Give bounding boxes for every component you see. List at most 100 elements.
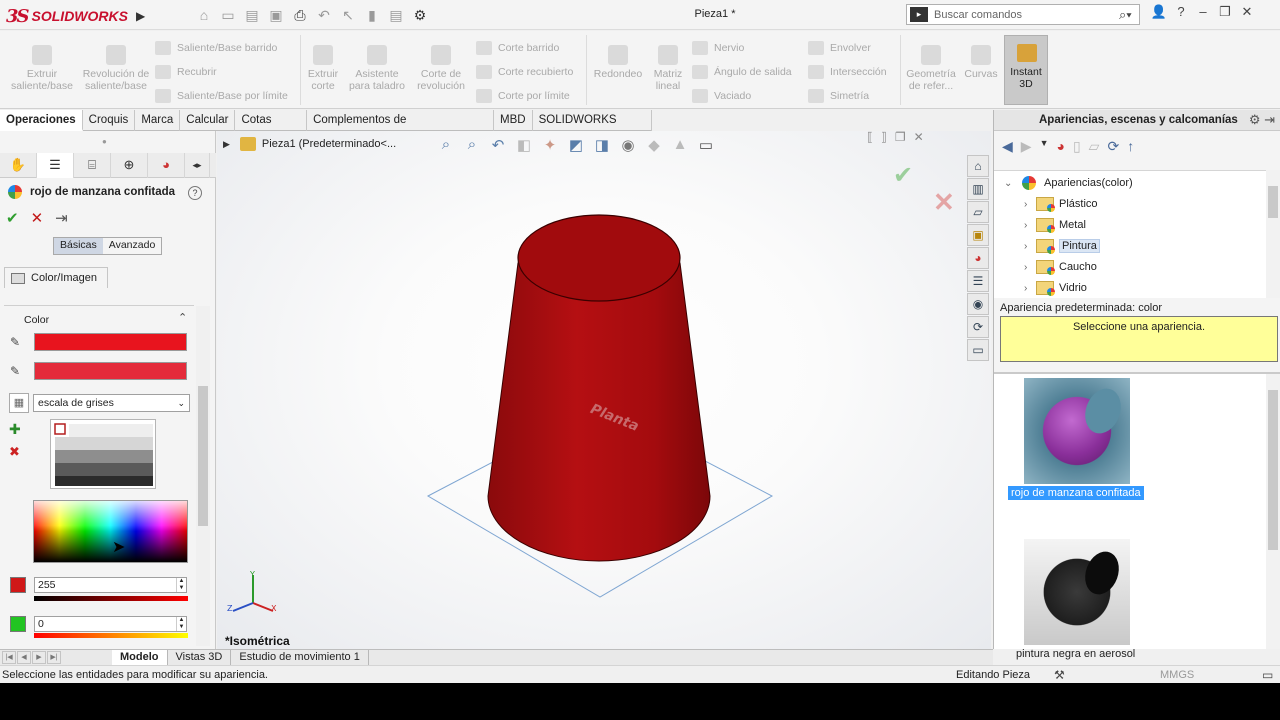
linear-pattern-button[interactable]: Matriz lineal: [648, 45, 688, 92]
candy-apple-red-thumbnail[interactable]: [1024, 378, 1130, 484]
tab-marca[interactable]: Marca: [135, 110, 181, 131]
solidworks-resources-icon[interactable]: ⌂: [967, 155, 989, 177]
rib-button[interactable]: Nervio: [692, 41, 744, 55]
scrollbar-thumb[interactable]: [1268, 186, 1278, 218]
extruded-boss-button[interactable]: Extruir saliente/base: [6, 45, 78, 92]
close-button[interactable]: ✕: [1236, 4, 1258, 20]
tab-cotas-mbd[interactable]: Cotas MBD: [235, 110, 308, 146]
menu-expand-icon[interactable]: ▶: [136, 9, 145, 23]
revolved-boss-button[interactable]: Revolución de saliente/base: [80, 45, 152, 92]
reference-geometry-button[interactable]: Geometría de refer...: [902, 45, 960, 92]
prev-tab-icon[interactable]: ◀: [17, 651, 31, 664]
thumbnail-label[interactable]: pintura negra en aerosol: [1016, 648, 1135, 660]
curves-button[interactable]: Curvas: [962, 45, 1000, 80]
tree-scrollbar[interactable]: [1266, 170, 1280, 298]
add-folder-icon[interactable]: ▯: [1073, 138, 1081, 155]
custom-properties-icon[interactable]: ☰: [967, 270, 989, 292]
options-gear-icon[interactable]: ⚙: [408, 7, 432, 24]
cancel-x-icon[interactable]: ✕: [31, 209, 44, 227]
tab-operaciones[interactable]: Operaciones: [0, 110, 83, 131]
unit-system[interactable]: MMGS: [1160, 669, 1194, 681]
forward-icon[interactable]: ▶: [1021, 138, 1032, 155]
hole-wizard-button[interactable]: Asistente para taladro: [344, 45, 410, 92]
magnifier-icon[interactable]: ⌕▾: [1119, 7, 1139, 23]
chat-icon[interactable]: ▭: [967, 339, 989, 361]
spinner-arrows-icon[interactable]: ▲ ▼: [176, 617, 186, 631]
view-palette-icon[interactable]: ▣: [967, 224, 989, 246]
expand-icon[interactable]: ›: [1024, 262, 1036, 273]
feature-manager-tab-icon[interactable]: ✋: [0, 153, 37, 178]
instant3d-button[interactable]: Instant 3D: [1004, 35, 1048, 105]
refresh-icon[interactable]: ⟳: [1107, 138, 1119, 155]
ok-check-icon[interactable]: ✔: [6, 209, 19, 227]
search-commands-box[interactable]: ▸ Buscar comandos ⌕▾: [906, 4, 1140, 25]
panel-scrollbar[interactable]: [196, 306, 210, 646]
green-slider[interactable]: [34, 633, 188, 638]
tab-mbd[interactable]: MBD: [494, 110, 533, 131]
boundary-cut-button[interactable]: Corte por límite: [476, 89, 570, 103]
tree-item-metal[interactable]: › Metal: [1024, 218, 1086, 233]
display-manager-tab-icon[interactable]: ◕: [148, 153, 185, 178]
pane-options-icon[interactable]: ⚙ ⇥: [1249, 110, 1275, 130]
pushpin-icon[interactable]: ⇥: [55, 209, 68, 227]
rebuild-status-icon[interactable]: ⚒: [1054, 668, 1065, 682]
tab-modelo[interactable]: Modelo: [112, 649, 168, 666]
scrollbar-thumb[interactable]: [198, 386, 208, 526]
expand-icon[interactable]: ›: [1024, 241, 1036, 252]
tab-calcular[interactable]: Calcular: [180, 110, 236, 131]
panel-grip-icon[interactable]: ●: [102, 137, 107, 146]
frustum-top-face[interactable]: [517, 214, 681, 302]
minimize-button[interactable]: –: [1192, 4, 1214, 20]
green-value-input[interactable]: 0 ▲ ▼: [34, 616, 187, 632]
select-icon[interactable]: ↖: [336, 7, 360, 24]
tree-item-plastico[interactable]: › Plástico: [1024, 197, 1098, 212]
color-palette-icon[interactable]: ▦: [9, 393, 29, 413]
eyedropper-icon[interactable]: ✎: [10, 335, 26, 351]
grayscale-swatch-palette[interactable]: [50, 419, 156, 489]
shell-button[interactable]: Vaciado: [692, 89, 751, 103]
boundary-boss-button[interactable]: Saliente/Base por límite: [155, 89, 288, 103]
expand-icon[interactable]: ›: [1024, 199, 1036, 210]
red-slider[interactable]: [34, 596, 188, 601]
tree-item-caucho[interactable]: › Caucho: [1024, 260, 1097, 275]
up-folder-icon[interactable]: ↑: [1127, 138, 1134, 155]
tree-root[interactable]: ⌄ Apariencias(color): [1004, 176, 1133, 190]
scrollbar-thumb[interactable]: [1268, 390, 1278, 550]
help-icon[interactable]: ?: [1170, 4, 1192, 20]
appearance-ball-icon[interactable]: ◕: [1056, 138, 1064, 155]
undo-icon[interactable]: ↶: [312, 7, 336, 24]
eyedropper-icon[interactable]: ✎: [10, 364, 26, 380]
file-explorer-icon[interactable]: ▱: [967, 201, 989, 223]
solidworks-logo[interactable]: 3S SOLIDWORKS ▶: [6, 6, 145, 27]
help-icon[interactable]: ?: [188, 186, 202, 200]
extruded-cut-button[interactable]: Extruir corte: [302, 45, 344, 92]
first-tab-icon[interactable]: |◀: [2, 651, 16, 664]
add-swatch-icon[interactable]: ✚: [9, 421, 21, 438]
solidworks-forum-icon[interactable]: ◉: [967, 293, 989, 315]
revolved-cut-button[interactable]: Corte de revolución: [412, 45, 470, 92]
collapse-caret-icon[interactable]: ⌃: [178, 311, 187, 324]
save-icon[interactable]: ▣: [264, 7, 288, 24]
mirror-button[interactable]: Simetría: [808, 89, 869, 103]
new-document-icon[interactable]: ▭: [216, 7, 240, 24]
graphics-area[interactable]: ▶ Pieza1 (Predeterminado<... ⌕ ⌕ ↶ ◧ ✦ ◩…: [217, 131, 991, 649]
user-icon[interactable]: 👤: [1148, 4, 1170, 20]
next-tab-icon[interactable]: ▶: [32, 651, 46, 664]
basic-tab[interactable]: Básicas: [54, 238, 103, 254]
open-folder-icon[interactable]: ▱: [1089, 138, 1100, 155]
rebuild-icon[interactable]: ▮: [360, 7, 384, 24]
dimxpert-tab-icon[interactable]: ⊕: [111, 153, 148, 178]
back-icon[interactable]: ◀: [1002, 138, 1013, 155]
appearances-scenes-icon[interactable]: ◕: [967, 247, 989, 269]
remove-swatch-icon[interactable]: ✖: [9, 444, 20, 460]
fillet-button[interactable]: Redondeo: [590, 45, 646, 80]
black-spray-paint-thumbnail[interactable]: [1024, 539, 1130, 645]
tree-item-pintura[interactable]: › Pintura: [1024, 239, 1100, 254]
tab-croquis[interactable]: Croquis: [83, 110, 136, 131]
red-value-input[interactable]: 255 ▲ ▼: [34, 577, 187, 593]
swept-boss-button[interactable]: Saliente/Base barrido: [155, 41, 277, 55]
file-properties-icon[interactable]: ▤: [384, 7, 408, 24]
collapse-icon[interactable]: ⌄: [1004, 178, 1016, 189]
tab-solidworks-cam[interactable]: SOLIDWORKS CAM: [533, 110, 653, 146]
primary-color-swatch[interactable]: [34, 333, 187, 351]
